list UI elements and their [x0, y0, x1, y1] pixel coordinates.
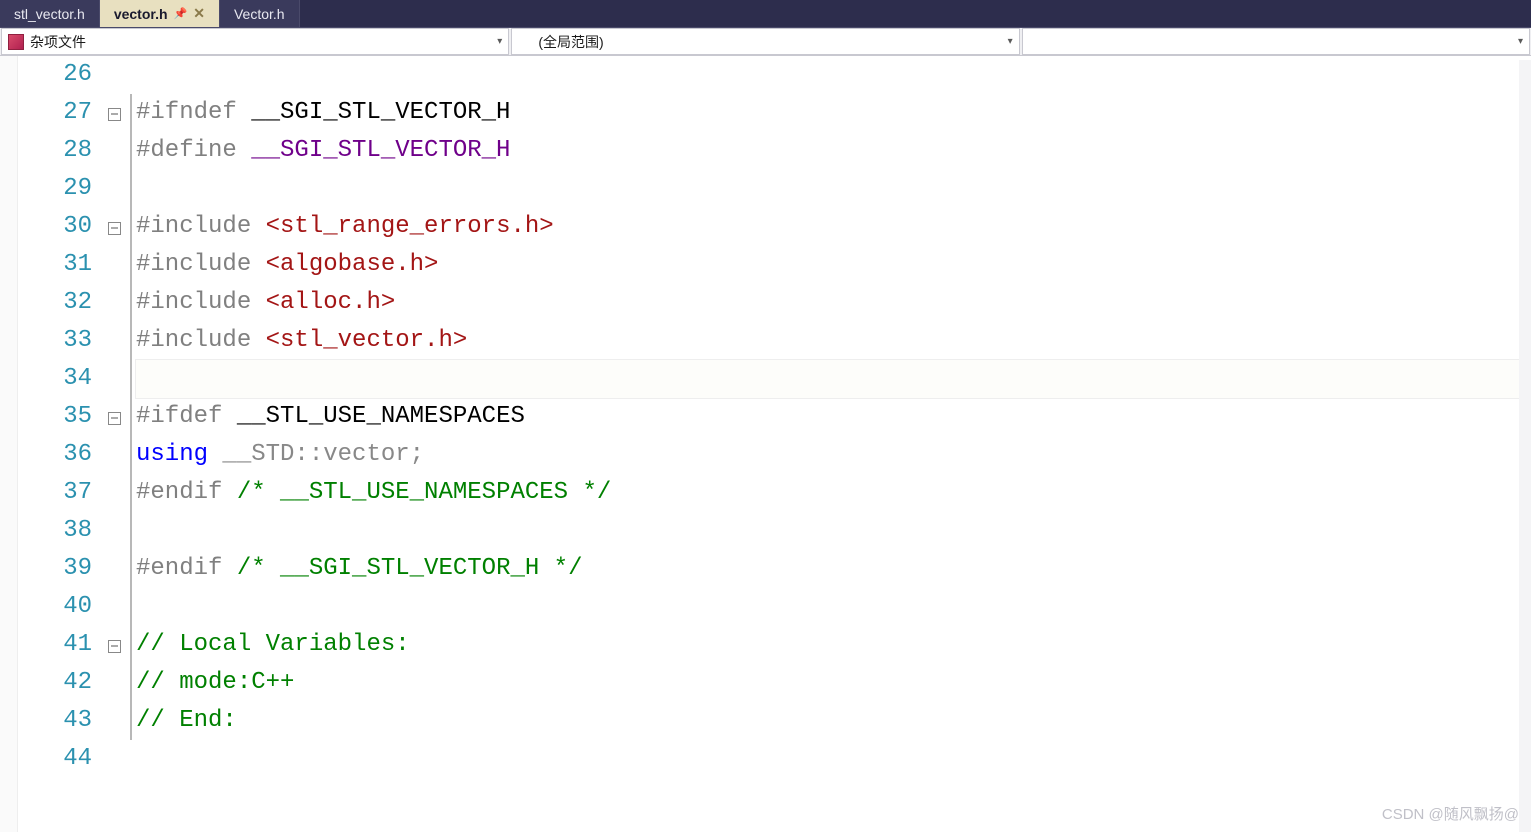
- code-token: #include: [136, 289, 266, 316]
- pin-icon[interactable]: 📌: [174, 7, 188, 20]
- line-number: 29: [18, 170, 92, 208]
- code-line[interactable]: [136, 170, 1521, 208]
- member-dropdown[interactable]: ▾: [1022, 28, 1530, 55]
- code-token: #ifndef: [136, 99, 251, 126]
- code-token: __STL_USE_NAMESPACES: [237, 403, 525, 430]
- code-line[interactable]: // End:: [136, 702, 1521, 740]
- code-line[interactable]: #ifndef __SGI_STL_VECTOR_H: [136, 94, 1521, 132]
- line-number: 42: [18, 664, 92, 702]
- code-token: /* __STL_USE_NAMESPACES */: [237, 479, 611, 506]
- line-number: 39: [18, 550, 92, 588]
- code-token: <stl_vector.h>: [266, 327, 468, 354]
- code-line[interactable]: #endif /* __STL_USE_NAMESPACES */: [136, 474, 1521, 512]
- code-editor[interactable]: 26272829303132333435363738394041424344 #…: [0, 56, 1531, 832]
- code-line[interactable]: #define __SGI_STL_VECTOR_H: [136, 132, 1521, 170]
- fold-toggle-icon[interactable]: [108, 640, 121, 653]
- code-token: __STD::vector;: [222, 441, 424, 468]
- line-number: 44: [18, 740, 92, 778]
- code-token: #endif: [136, 479, 237, 506]
- project-dropdown-label: 杂项文件: [30, 32, 497, 52]
- code-token: #include: [136, 251, 266, 278]
- project-icon: [8, 34, 24, 50]
- code-token: #include: [136, 213, 266, 240]
- code-line[interactable]: // Local Variables:: [136, 626, 1521, 664]
- code-token: #endif: [136, 555, 237, 582]
- code-token: // mode:C++: [136, 669, 294, 696]
- tab-bar: stl_vector.h vector.h 📌 ✕ Vector.h: [0, 0, 1531, 28]
- line-number: 38: [18, 512, 92, 550]
- chevron-down-icon: ▾: [497, 36, 502, 47]
- line-number: 41: [18, 626, 92, 664]
- tab-label: stl_vector.h: [14, 6, 85, 22]
- code-token: // End:: [136, 707, 237, 734]
- tab-vector-h[interactable]: vector.h 📌 ✕: [100, 0, 220, 27]
- code-token: __SGI_STL_VECTOR_H: [251, 137, 510, 164]
- scope-dropdown[interactable]: (全局范围) ▾: [511, 28, 1019, 55]
- line-number: 28: [18, 132, 92, 170]
- fold-toggle-icon[interactable]: [108, 108, 121, 121]
- code-token: /* __SGI_STL_VECTOR_H */: [237, 555, 583, 582]
- tab-capital-vector-h[interactable]: Vector.h: [220, 0, 300, 27]
- line-number: 43: [18, 702, 92, 740]
- editor-margin: [0, 56, 18, 832]
- code-line[interactable]: [136, 588, 1521, 626]
- line-number: 27: [18, 94, 92, 132]
- code-token: #include: [136, 327, 266, 354]
- vertical-scrollbar[interactable]: [1519, 60, 1531, 832]
- line-number: 34: [18, 360, 92, 398]
- code-token: <algobase.h>: [266, 251, 439, 278]
- scope-dropdown-label: (全局范围): [518, 32, 1007, 52]
- code-line[interactable]: #endif /* __SGI_STL_VECTOR_H */: [136, 550, 1521, 588]
- code-line[interactable]: [136, 512, 1521, 550]
- line-number: 36: [18, 436, 92, 474]
- code-line[interactable]: [136, 56, 1521, 94]
- chevron-down-icon: ▾: [1518, 36, 1523, 47]
- code-line[interactable]: #include <algobase.h>: [136, 246, 1521, 284]
- chevron-down-icon: ▾: [1008, 36, 1013, 47]
- code-line[interactable]: // mode:C++: [136, 664, 1521, 702]
- tab-label: Vector.h: [234, 6, 285, 22]
- code-line[interactable]: #include <alloc.h>: [136, 284, 1521, 322]
- code-line[interactable]: [136, 740, 1521, 778]
- code-token: __SGI_STL_VECTOR_H: [251, 99, 510, 126]
- code-token: #ifdef: [136, 403, 237, 430]
- tab-label: vector.h: [114, 6, 168, 22]
- fold-toggle-icon[interactable]: [108, 222, 121, 235]
- tab-stl-vector-h[interactable]: stl_vector.h: [0, 0, 100, 27]
- code-line[interactable]: #ifdef __STL_USE_NAMESPACES: [136, 398, 1521, 436]
- code-line[interactable]: [136, 360, 1521, 398]
- line-number: 35: [18, 398, 92, 436]
- navigation-dropdown-bar: 杂项文件 ▾ (全局范围) ▾ ▾: [0, 28, 1531, 56]
- code-line[interactable]: using __STD::vector;: [136, 436, 1521, 474]
- code-token: <stl_range_errors.h>: [266, 213, 554, 240]
- code-token: using: [136, 441, 222, 468]
- line-number: 31: [18, 246, 92, 284]
- code-token: <alloc.h>: [266, 289, 396, 316]
- line-number: 26: [18, 56, 92, 94]
- line-number: 32: [18, 284, 92, 322]
- code-line[interactable]: #include <stl_vector.h>: [136, 322, 1521, 360]
- code-line[interactable]: #include <stl_range_errors.h>: [136, 208, 1521, 246]
- line-number: 30: [18, 208, 92, 246]
- close-icon[interactable]: ✕: [193, 5, 205, 22]
- fold-toggle-icon[interactable]: [108, 412, 121, 425]
- code-token: // Local Variables:: [136, 631, 410, 658]
- line-number-gutter: 26272829303132333435363738394041424344: [18, 56, 108, 832]
- project-dropdown[interactable]: 杂项文件 ▾: [1, 28, 509, 55]
- code-token: #define: [136, 137, 251, 164]
- line-number: 40: [18, 588, 92, 626]
- code-content[interactable]: #ifndef __SGI_STL_VECTOR_H#define __SGI_…: [136, 56, 1531, 832]
- line-number: 37: [18, 474, 92, 512]
- watermark: CSDN @随风飘扬@: [1382, 803, 1519, 824]
- line-number: 33: [18, 322, 92, 360]
